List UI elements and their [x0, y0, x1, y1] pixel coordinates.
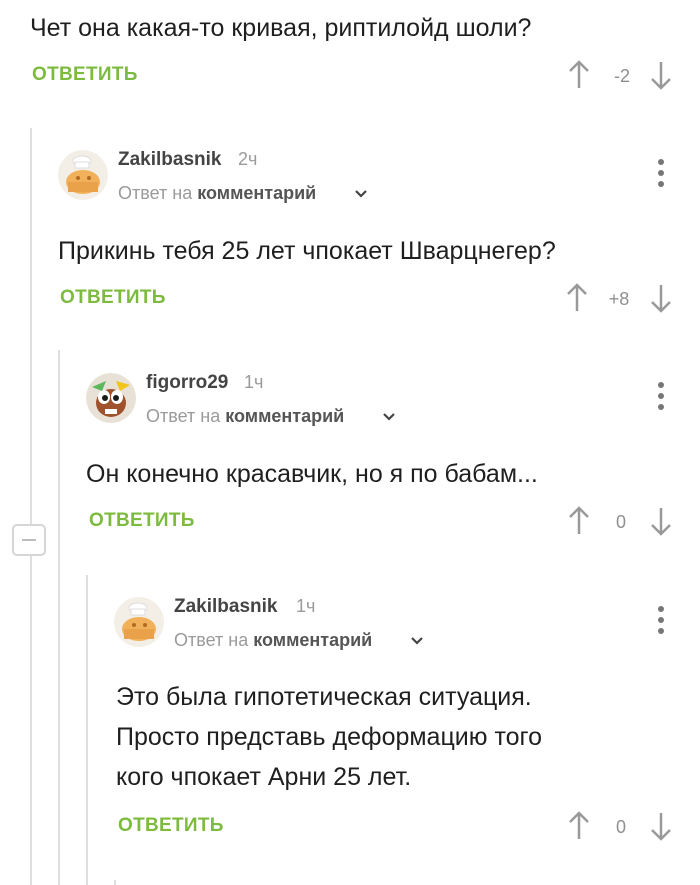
thread-line-level-1 — [30, 128, 32, 885]
thread-line-level-2 — [58, 350, 60, 885]
reply-to-link[interactable]: комментарий — [253, 630, 372, 650]
arrow-down-icon[interactable] — [650, 811, 672, 841]
collapse-button[interactable] — [12, 524, 46, 556]
more-vertical-icon[interactable] — [656, 158, 666, 188]
reply-button[interactable]: ОТВЕТИТЬ — [89, 510, 195, 532]
comment-text-line: Просто представь деформацию того — [116, 723, 542, 751]
chevron-down-icon[interactable] — [382, 411, 396, 423]
arrow-up-icon[interactable] — [566, 283, 588, 313]
reply-to-link[interactable]: комментарий — [197, 183, 316, 203]
avatar[interactable] — [86, 373, 136, 423]
reply-to-info: Ответ на комментарий — [146, 406, 344, 427]
collapse-minus-icon — [22, 539, 36, 541]
comment-text: Прикинь тебя 25 лет чпокает Шварцнегер? — [58, 237, 556, 265]
comment-text: Чет она какая-то кривая, риптилойд шоли? — [30, 14, 532, 42]
arrow-up-icon[interactable] — [568, 811, 590, 841]
chef-avatar-icon — [58, 150, 108, 200]
author-name[interactable]: Zakilbasnik — [118, 149, 222, 171]
character-avatar-icon — [86, 373, 136, 423]
avatar[interactable] — [114, 597, 164, 647]
arrow-down-icon[interactable] — [650, 60, 672, 90]
arrow-up-icon[interactable] — [568, 60, 590, 90]
author-name[interactable]: figorro29 — [146, 372, 228, 394]
chevron-down-icon[interactable] — [354, 188, 368, 200]
avatar[interactable] — [58, 150, 108, 200]
comment-text-line: кого чпокает Арни 25 лет. — [116, 763, 412, 791]
more-vertical-icon[interactable] — [656, 605, 666, 635]
thread-line-level-3 — [86, 575, 88, 885]
chef-avatar-icon — [114, 597, 164, 647]
reply-to-link[interactable]: комментарий — [225, 406, 344, 426]
reply-to-prefix: Ответ на — [118, 183, 193, 203]
comment-text-line: Это была гипотетическая ситуация. — [116, 683, 532, 711]
author-name[interactable]: Zakilbasnik — [174, 596, 278, 618]
comment-text: Он конечно красавчик, но я по бабам... — [86, 460, 538, 488]
reply-to-info: Ответ на комментарий — [174, 630, 372, 651]
reply-to-info: Ответ на комментарий — [118, 183, 316, 204]
rating-value: +8 — [608, 289, 630, 309]
more-vertical-icon[interactable] — [656, 381, 666, 411]
comment-time: 1ч — [296, 596, 316, 616]
reply-button[interactable]: ОТВЕТИТЬ — [60, 287, 166, 309]
reply-button[interactable]: ОТВЕТИТЬ — [32, 64, 138, 86]
rating-value: 0 — [615, 817, 626, 837]
chevron-down-icon[interactable] — [410, 635, 424, 647]
comment-time: 1ч — [244, 372, 264, 392]
thread-line-level-4 — [114, 880, 116, 885]
reply-button[interactable]: ОТВЕТИТЬ — [118, 815, 224, 837]
arrow-down-icon[interactable] — [650, 506, 672, 536]
arrow-up-icon[interactable] — [568, 506, 590, 536]
rating-value: -2 — [613, 66, 630, 86]
rating-value: 0 — [615, 512, 626, 532]
arrow-down-icon[interactable] — [650, 283, 672, 313]
reply-to-prefix: Ответ на — [174, 630, 249, 650]
comment-time: 2ч — [238, 149, 258, 169]
reply-to-prefix: Ответ на — [146, 406, 221, 426]
